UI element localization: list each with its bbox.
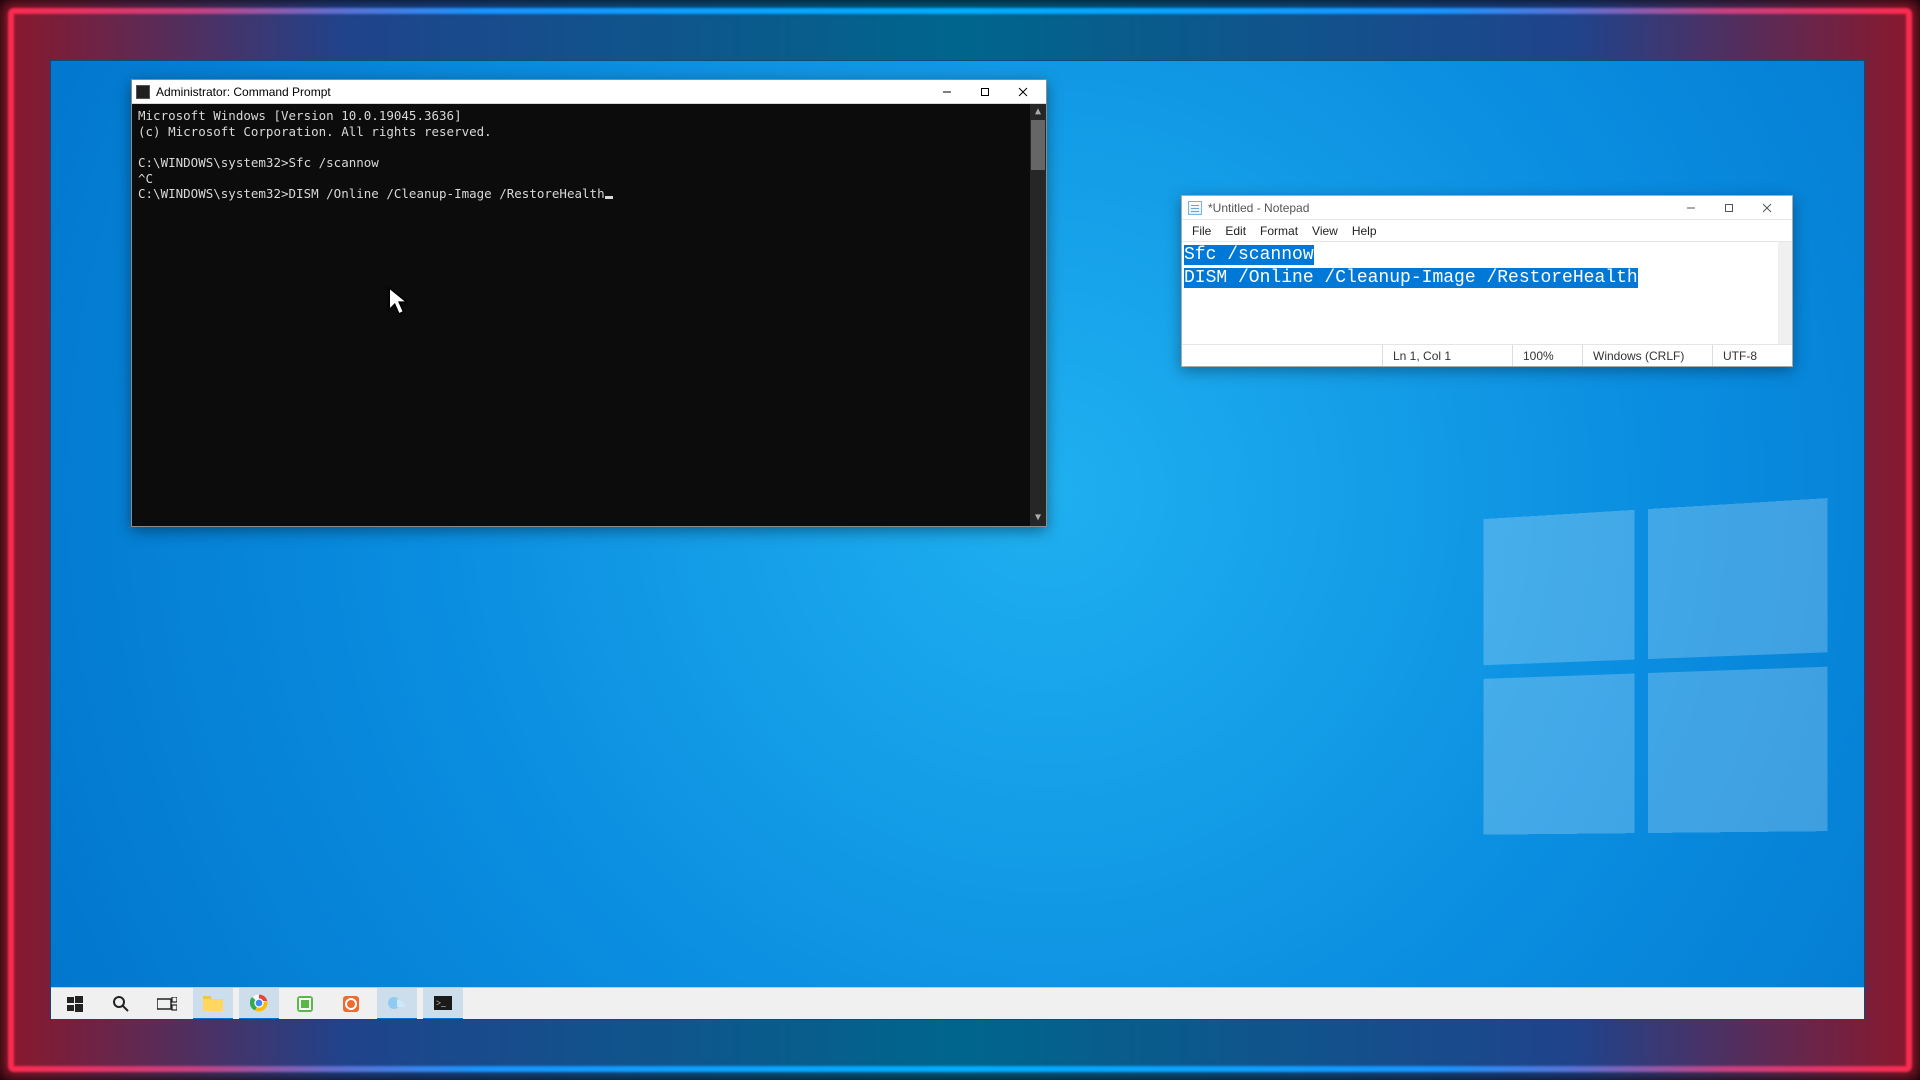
cmd-terminal-area[interactable]: Microsoft Windows [Version 10.0.19045.36… [132,104,1046,526]
notepad-text-area[interactable]: Sfc /scannow DISM /Online /Cleanup-Image… [1182,242,1792,344]
cmd-window-title: Administrator: Command Prompt [156,85,928,99]
notepad-statusbar: Ln 1, Col 1 100% Windows (CRLF) UTF-8 [1182,344,1792,366]
blue-app-icon [387,995,407,1011]
minimize-button[interactable] [1672,197,1710,219]
notepad-window-title: *Untitled - Notepad [1208,201,1672,215]
search-button[interactable] [101,988,141,1020]
cmd-line: C:\WINDOWS\system32>Sfc /scannow [138,155,379,170]
menu-edit[interactable]: Edit [1219,222,1252,240]
cmd-taskbar-button[interactable]: >_ [423,988,463,1020]
windows-logo-watermark [1484,498,1824,830]
search-icon [112,995,130,1013]
notepad-titlebar[interactable]: *Untitled - Notepad [1182,196,1792,220]
start-button[interactable] [55,988,95,1020]
cmd-line: (c) Microsoft Corporation. All rights re… [138,124,492,139]
notepad-app-icon [1188,201,1202,215]
status-encoding: UTF-8 [1712,345,1792,366]
blue-app-button[interactable] [377,988,417,1020]
status-ln-col: Ln 1, Col 1 [1382,345,1512,366]
cmd-titlebar[interactable]: Administrator: Command Prompt [132,80,1046,104]
close-button[interactable] [1748,197,1786,219]
chrome-icon [250,994,268,1012]
desktop[interactable]: Administrator: Command Prompt Microsoft … [50,60,1865,1020]
start-icon [67,996,83,1012]
close-button[interactable] [1004,81,1042,103]
file-explorer-button[interactable] [193,988,233,1020]
chrome-button[interactable] [239,988,279,1020]
cmd-app-icon [136,85,150,99]
svg-text:>_: >_ [436,998,446,1008]
maximize-button[interactable] [1710,197,1748,219]
notepad-menubar[interactable]: File Edit Format View Help [1182,220,1792,242]
cmd-line: C:\WINDOWS\system32>DISM /Online /Cleanu… [138,186,605,201]
taskbar[interactable]: >_ [51,987,1864,1019]
green-app-icon [296,995,314,1013]
command-prompt-window[interactable]: Administrator: Command Prompt Microsoft … [131,79,1047,527]
menu-format[interactable]: Format [1254,222,1304,240]
menu-view[interactable]: View [1306,222,1344,240]
notepad-line: Sfc /scannow [1184,245,1314,265]
menu-file[interactable]: File [1186,222,1217,240]
green-app-button[interactable] [285,988,325,1020]
scroll-thumb[interactable] [1031,120,1045,170]
text-cursor [605,196,613,199]
scroll-up-icon[interactable]: ▲ [1030,104,1046,120]
menu-help[interactable]: Help [1346,222,1383,240]
scrollbar[interactable]: ▲ ▼ [1030,104,1046,526]
cmd-icon: >_ [434,996,452,1010]
cmd-line: Microsoft Windows [Version 10.0.19045.36… [138,108,462,123]
task-view-button[interactable] [147,988,187,1020]
status-zoom: 100% [1512,345,1582,366]
scroll-down-icon[interactable]: ▼ [1030,510,1046,526]
file-explorer-icon [203,995,223,1011]
minimize-button[interactable] [928,81,966,103]
task-view-icon [157,997,177,1011]
status-eol: Windows (CRLF) [1582,345,1712,366]
orange-app-button[interactable] [331,988,371,1020]
orange-app-icon [342,995,360,1013]
notepad-line: DISM /Online /Cleanup-Image /RestoreHeal… [1184,268,1638,288]
cmd-line: ^C [138,171,153,186]
notepad-window[interactable]: *Untitled - Notepad File Edit Format Vie… [1181,195,1793,367]
maximize-button[interactable] [966,81,1004,103]
